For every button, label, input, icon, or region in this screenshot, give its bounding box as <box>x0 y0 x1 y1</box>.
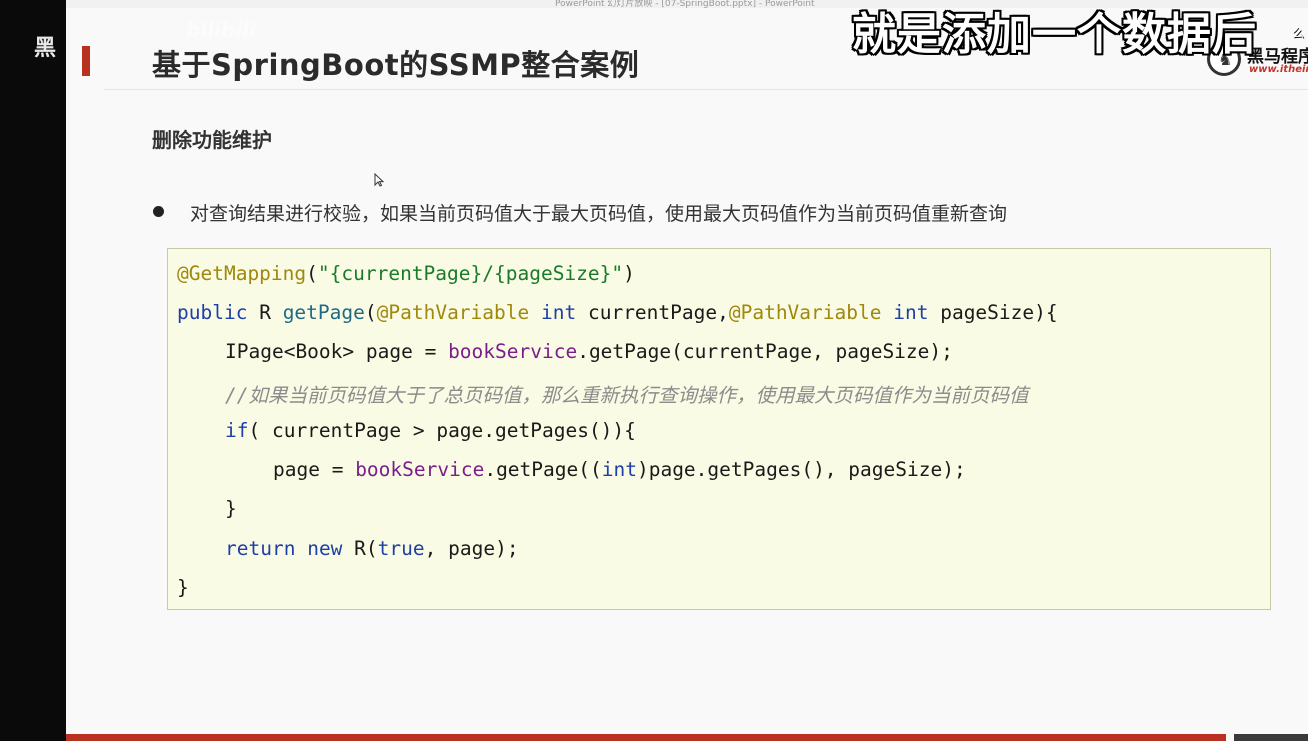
brand-mark: 黑 <box>34 36 57 61</box>
code-token: bookService <box>355 458 485 481</box>
left-black-bar: 黑 <box>0 0 66 741</box>
slide-title: 基于SpringBoot的SSMP整合案例 <box>152 48 640 82</box>
code-comment: //如果当前页码值大于了总页码值，那么重新执行查询操作，使用最大页码值作为当前页… <box>225 384 1029 407</box>
video-subtitle-tail: 么 <box>1292 26 1305 40</box>
code-line-4: //如果当前页码值大于了总页码值，那么重新执行查询操作，使用最大页码值作为当前页… <box>225 379 1028 408</box>
code-token: return <box>225 537 296 560</box>
code-token: , page); <box>424 537 519 560</box>
code-token: ( <box>364 301 377 324</box>
code-line-8: return new R(true, page); <box>225 537 519 560</box>
code-token: int <box>601 458 637 481</box>
code-token: int <box>541 301 577 324</box>
code-line-9: } <box>177 576 189 599</box>
slide-bottom-bar <box>66 734 1226 741</box>
slide-subtitle: 删除功能维护 <box>152 128 272 152</box>
title-divider <box>104 89 1308 90</box>
code-token: getPage <box>282 301 365 324</box>
code-token: ( <box>306 262 318 285</box>
code-token: IPage<Book> page = <box>225 340 449 363</box>
code-token: ) <box>623 262 635 285</box>
code-token: )page.getPages(), pageSize); <box>636 458 966 481</box>
code-token: R( <box>342 537 378 560</box>
bullet-icon <box>153 206 164 217</box>
code-token: true <box>377 537 425 560</box>
code-token: bookService <box>448 340 578 363</box>
code-block: @GetMapping("{currentPage}/{pageSize}") … <box>167 248 1271 610</box>
code-token: } <box>177 576 189 599</box>
code-line-1: @GetMapping("{currentPage}/{pageSize}") <box>177 262 635 285</box>
code-token: int <box>893 301 929 324</box>
code-token: .getPage(currentPage, pageSize); <box>577 340 953 363</box>
code-token: @GetMapping <box>177 262 307 285</box>
code-token: .getPage(( <box>484 458 602 481</box>
code-line-2: public R getPage(@PathVariable int curre… <box>177 301 1058 324</box>
code-token: pageSize){ <box>928 301 1058 324</box>
code-token: new <box>307 537 343 560</box>
bullet-text: 对查询结果进行校验，如果当前页码值大于最大页码值，使用最大页码值作为当前页码值重… <box>190 203 1008 225</box>
code-token: } <box>225 497 237 520</box>
code-token: page = <box>273 458 356 481</box>
code-line-6: page = bookService.getPage((int)page.get… <box>273 458 966 481</box>
title-accent-bar <box>82 46 90 76</box>
code-token: if <box>225 419 249 442</box>
code-token: @PathVariable <box>728 301 882 324</box>
code-token: "{currentPage}/{pageSize}" <box>317 262 624 285</box>
code-line-7: } <box>225 497 237 520</box>
code-token: @PathVariable <box>376 301 530 324</box>
mouse-pointer-icon <box>374 173 384 187</box>
logo-url: www.itheima.com <box>1249 64 1308 75</box>
code-line-3: IPage<Book> page = bookService.getPage(c… <box>225 340 953 363</box>
video-subtitle-caption: 就是添加一个数据后 <box>852 9 1257 60</box>
code-token: currentPage, <box>576 301 729 324</box>
slide-bottom-corner <box>1234 734 1308 741</box>
code-line-5: if( currentPage > page.getPages()){ <box>225 419 636 442</box>
code-token: public <box>177 301 248 324</box>
code-token: ( currentPage > page.getPages()){ <box>248 419 636 442</box>
bilibili-watermark: bilibili <box>186 18 256 42</box>
code-token: R <box>247 301 283 324</box>
